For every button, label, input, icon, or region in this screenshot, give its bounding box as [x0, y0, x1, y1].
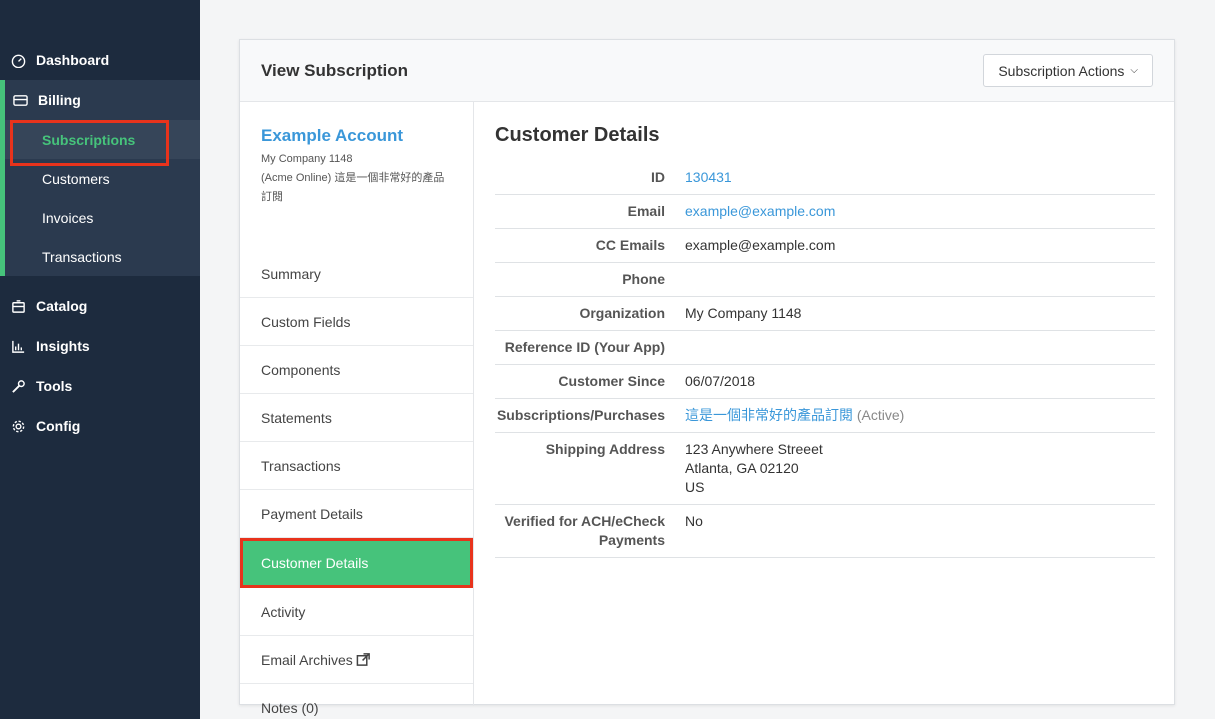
nav-insights-label: Insights [36, 338, 90, 354]
nav-catalog[interactable]: Catalog [0, 286, 200, 326]
detail-label: ID [651, 169, 665, 185]
detail-row-email: Email example@example.com [495, 195, 1155, 229]
subscription-actions-button[interactable]: Subscription Actions ⌵ [983, 54, 1153, 87]
subscription-nav: Example Account My Company 1148 (Acme On… [240, 102, 474, 716]
detail-label: Customer Since [558, 373, 665, 389]
subscription-actions-label: Subscription Actions [998, 62, 1125, 79]
page-title: View Subscription [261, 60, 409, 80]
phone-value [685, 270, 1155, 289]
tab-customer-details[interactable]: Customer Details [240, 538, 473, 588]
bar-chart-icon [9, 337, 27, 355]
account-product: (Acme Online) 這是一個非常好的產品訂閱 [261, 172, 445, 203]
ach-value: No [685, 513, 703, 529]
subscription-link[interactable]: 這是一個非常好的產品訂閱 [685, 407, 853, 423]
customer-details-panel: Customer Details ID 130431 Email example… [495, 102, 1155, 558]
billing-group: Billing Subscriptions Customers Invoices… [0, 80, 200, 276]
detail-row-phone: Phone [495, 263, 1155, 297]
nav-subscriptions[interactable]: Subscriptions [5, 120, 200, 166]
sidebar: Dashboard Billing Subscriptions Customer… [0, 0, 200, 719]
nav-billing[interactable]: Billing [5, 80, 200, 120]
detail-label: Phone [622, 271, 665, 287]
chevron-down-icon: ⌵ [1130, 65, 1138, 76]
customer-since-value: 06/07/2018 [685, 373, 756, 389]
detail-row-ach: Verified for ACH/eCheck Payments No [495, 505, 1155, 558]
reference-id-value [685, 338, 1155, 357]
email-link[interactable]: example@example.com [685, 203, 835, 219]
nav-config[interactable]: Config [0, 406, 200, 446]
cc-emails-value: example@example.com [685, 237, 836, 253]
organization-value: My Company 1148 [685, 305, 802, 321]
detail-row-cc-emails: CC Emails example@example.com [495, 229, 1155, 263]
tab-activity[interactable]: Activity [240, 588, 473, 636]
detail-row-subscriptions: Subscriptions/Purchases 這是一個非常好的產品訂閱 (Ac… [495, 399, 1155, 433]
detail-label: Email [627, 203, 665, 219]
card-header: View Subscription Subscription Actions ⌵ [240, 40, 1174, 102]
address-line-2: Atlanta, GA 02120 [685, 460, 799, 476]
dashboard-icon [9, 51, 27, 69]
nav-tools[interactable]: Tools [0, 366, 200, 406]
subscription-card: View Subscription Subscription Actions ⌵… [239, 39, 1175, 716]
tab-statements[interactable]: Statements [240, 394, 473, 442]
section-title: Customer Details [495, 124, 660, 146]
gear-icon [9, 417, 27, 435]
external-link-icon [356, 652, 371, 667]
tab-transactions[interactable]: Transactions [240, 442, 473, 490]
nav-transactions[interactable]: Transactions [5, 237, 200, 276]
tab-custom-fields[interactable]: Custom Fields [240, 298, 473, 346]
tab-summary[interactable]: Summary [240, 250, 473, 298]
tab-notes[interactable]: Notes (0) [240, 684, 473, 719]
detail-label: Verified for ACH/eCheck Payments [504, 513, 665, 548]
nav-dashboard-label: Dashboard [36, 52, 110, 68]
detail-label: Reference ID (Your App) [504, 339, 665, 355]
nav-billing-label: Billing [38, 92, 81, 108]
account-meta: My Company 1148 (Acme Online) 這是一個非常好的產品… [261, 150, 452, 207]
tab-payment-details[interactable]: Payment Details [240, 490, 473, 538]
tab-email-archives[interactable]: Email Archives [240, 636, 473, 684]
detail-label: Shipping Address [545, 441, 665, 457]
detail-row-shipping-address: Shipping Address 123 Anywhere Streeet At… [495, 433, 1155, 505]
detail-row-organization: Organization My Company 1148 [495, 297, 1155, 331]
tab-email-archives-label: Email Archives [261, 651, 353, 668]
detail-row-reference-id: Reference ID (Your App) [495, 331, 1155, 365]
nav-invoices[interactable]: Invoices [5, 198, 200, 237]
account-summary: Example Account My Company 1148 (Acme On… [240, 102, 473, 250]
nav-catalog-label: Catalog [36, 298, 88, 314]
catalog-icon [9, 297, 27, 315]
credit-card-icon [11, 91, 29, 109]
detail-row-customer-since: Customer Since 06/07/2018 [495, 365, 1155, 399]
account-name-link[interactable]: Example Account [261, 126, 452, 146]
nav-dashboard[interactable]: Dashboard [0, 40, 200, 80]
nav-tools-label: Tools [36, 378, 73, 394]
tab-components[interactable]: Components [240, 346, 473, 394]
detail-label: Organization [579, 305, 665, 321]
nav-insights[interactable]: Insights [0, 326, 200, 366]
wrench-icon [9, 377, 27, 395]
nav-config-label: Config [36, 418, 81, 434]
subscription-status: (Active) [856, 407, 905, 423]
detail-row-id: ID 130431 [495, 161, 1155, 195]
address-line-1: 123 Anywhere Streeet [685, 441, 823, 457]
detail-label: CC Emails [595, 237, 665, 253]
detail-label: Subscriptions/Purchases [496, 407, 665, 423]
address-line-3: US [685, 479, 705, 495]
shipping-address-value: 123 Anywhere Streeet Atlanta, GA 02120 U… [685, 440, 1155, 497]
account-company: My Company 1148 [261, 153, 353, 165]
customer-id-link[interactable]: 130431 [685, 169, 732, 185]
